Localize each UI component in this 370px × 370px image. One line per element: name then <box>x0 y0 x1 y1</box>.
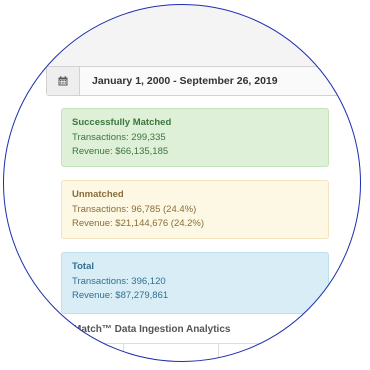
total-revenue: Revenue: $87,279,861 <box>72 290 169 301</box>
matched-transactions: Transactions: 299,335 <box>72 131 166 143</box>
table-column-divider <box>218 343 219 362</box>
unmatched-title: Unmatched <box>72 189 124 200</box>
total-summary-box: Total Transactions: 396,120 Revenue: $87… <box>61 252 329 314</box>
calendar-icon[interactable] <box>47 67 80 95</box>
matched-title: Successfully Matched <box>72 117 172 128</box>
magnified-view: January 1, 2000 - September 26, 2019 Suc… <box>3 4 361 362</box>
unmatched-transactions: Transactions: 96,785 (24.4%) <box>72 203 197 215</box>
header-bar <box>3 4 361 72</box>
table-column-divider <box>123 343 124 362</box>
matched-revenue: Revenue: $66,135,185 <box>72 146 169 157</box>
table-divider <box>59 343 319 344</box>
matched-summary-box: Successfully Matched Transactions: 299,3… <box>61 108 329 167</box>
unmatched-revenue: Revenue: $21,144,676 (24.2%) <box>72 218 205 229</box>
section-title: Match™ Data Ingestion Analytics <box>73 324 231 335</box>
date-range-picker[interactable]: January 1, 2000 - September 26, 2019 <box>46 66 361 96</box>
total-title: Total <box>72 261 94 272</box>
total-transactions: Transactions: 396,120 <box>72 275 166 287</box>
date-range-value[interactable]: January 1, 2000 - September 26, 2019 <box>92 75 278 87</box>
unmatched-summary-box: Unmatched Transactions: 96,785 (24.4%) R… <box>61 180 329 239</box>
